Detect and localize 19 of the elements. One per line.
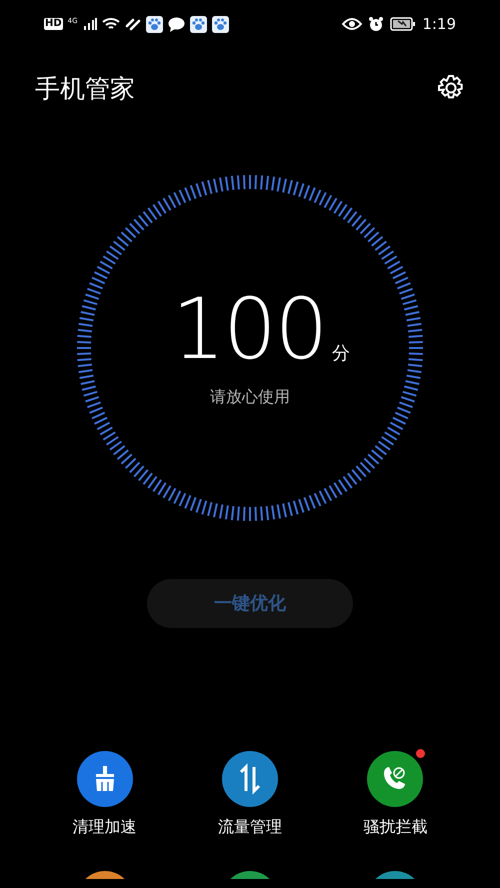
page-title: 手机管家	[35, 76, 135, 100]
wifi-icon	[102, 17, 120, 31]
feature-label: 骚扰拦截	[363, 819, 428, 835]
score-caption: 请放心使用	[210, 386, 290, 408]
eye-icon	[342, 17, 362, 31]
paw-icon	[190, 16, 207, 32]
score-unit: 分	[332, 342, 350, 366]
feature-label: 清理加速	[72, 819, 137, 835]
paw-icon	[212, 16, 229, 32]
alarm-clock-icon	[368, 16, 384, 32]
signal-icon	[82, 18, 97, 30]
paw-icon	[146, 16, 163, 32]
score-value: 100	[172, 287, 326, 371]
chat-bubble-icon	[168, 16, 185, 32]
clock-time: 1:19	[422, 16, 456, 32]
link-icon	[124, 17, 141, 31]
hd-indicator: HD	[44, 18, 63, 30]
feature-label: 流量管理	[218, 819, 282, 835]
battery-charging-icon	[390, 17, 416, 31]
